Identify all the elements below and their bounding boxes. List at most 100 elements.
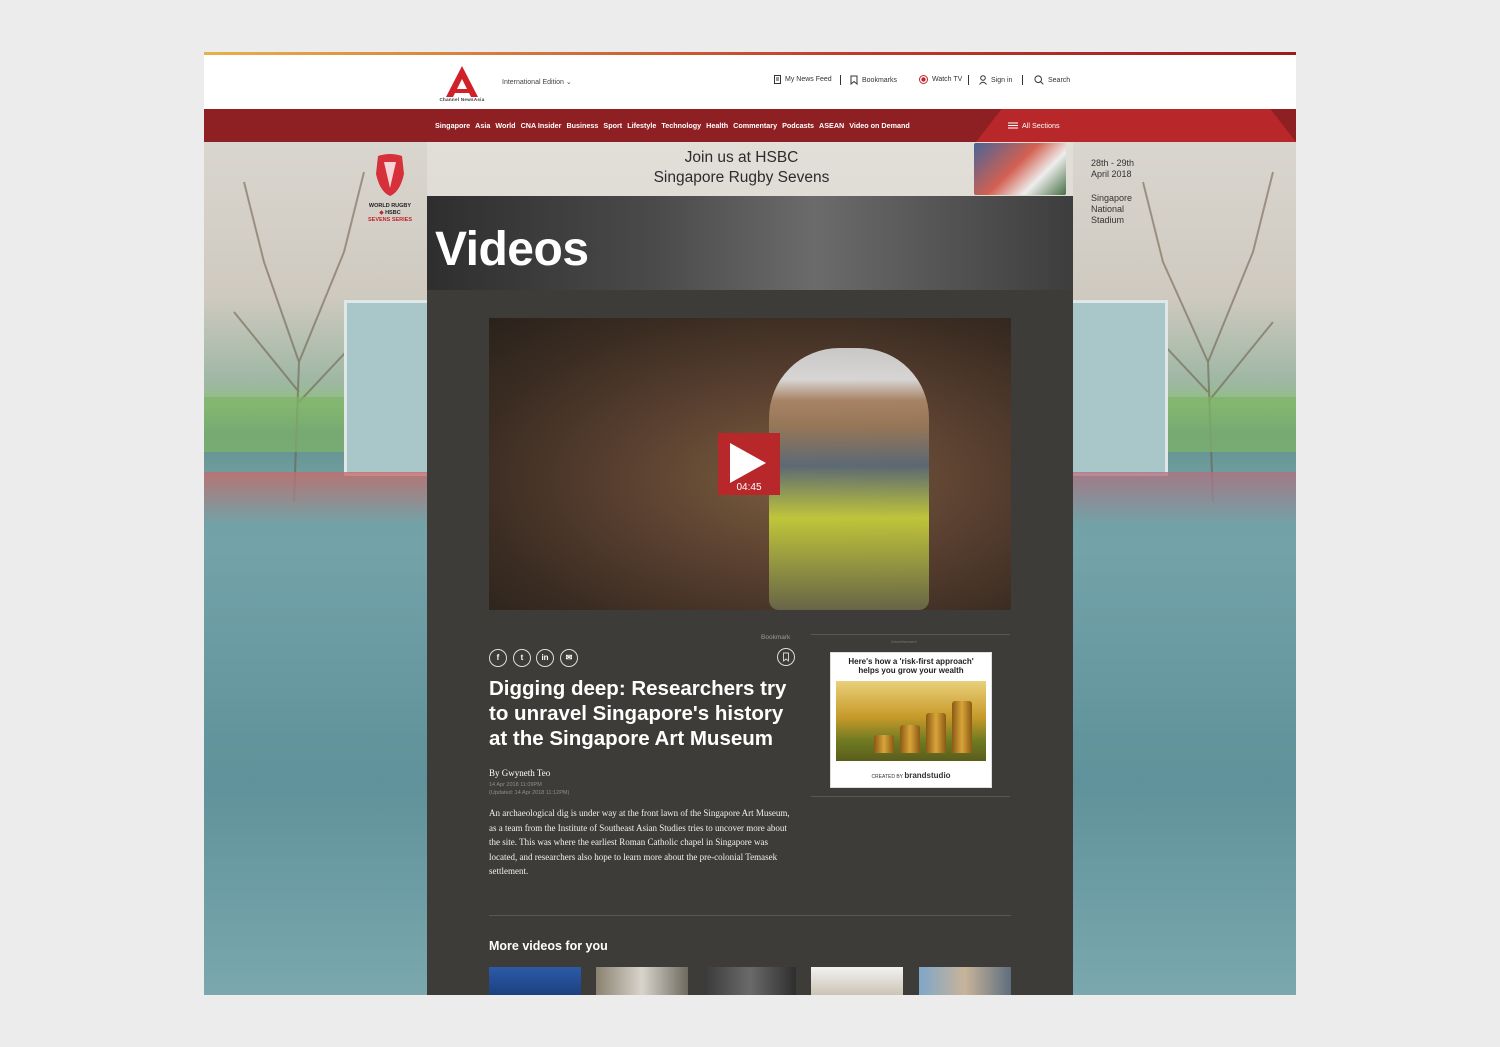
coin-stack — [952, 701, 972, 753]
video-thumbnail[interactable] — [596, 967, 688, 995]
share-facebook-icon[interactable]: f — [489, 649, 507, 667]
edition-label: International Edition — [502, 79, 564, 86]
brandstudio-logo: brandstudio — [904, 771, 951, 780]
nav-item-singapore[interactable]: Singapore — [435, 121, 470, 130]
nav-item-health[interactable]: Health — [706, 121, 728, 130]
sevens-series-label: SEVENS SERIES — [367, 217, 413, 223]
nav-items: Singapore Asia World CNA Insider Busines… — [435, 109, 910, 142]
ad-date-line: 28th - 29th — [1091, 158, 1135, 168]
nav-item-lifestyle[interactable]: Lifestyle — [627, 121, 656, 130]
bookmark-icon — [850, 75, 858, 85]
hsbc-label: ◆ HSBC — [362, 210, 418, 217]
court-wall-left — [344, 300, 433, 476]
sidebar-ad[interactable]: Here's how a 'risk-first approach' helps… — [830, 652, 992, 788]
court-wall-right — [1067, 300, 1168, 476]
search-link[interactable]: Search — [1034, 75, 1070, 85]
all-sections-label: All Sections — [1022, 121, 1060, 130]
article-title: Digging deep: Researchers try to unravel… — [489, 677, 787, 750]
sidebar-ad-title: Here's how a 'risk-first approach' helps… — [831, 657, 991, 675]
video-player[interactable]: 04:45 — [489, 318, 1011, 610]
ad-headline-1: Join us at HSBC — [684, 149, 799, 166]
watch-tv-label: Watch TV — [932, 76, 963, 83]
logo-text: Channel NewsAsia — [439, 97, 485, 102]
bookmark-button[interactable] — [777, 648, 795, 666]
share-email-icon[interactable]: ✉ — [560, 649, 578, 667]
video-thumbnail[interactable] — [704, 967, 796, 995]
ad-date: 28th - 29th April 2018 — [1091, 158, 1134, 180]
bookmarks-label: Bookmarks — [862, 76, 898, 84]
live-tv-icon — [919, 75, 928, 84]
site-header: Channel NewsAsia International Edition ⌄… — [204, 55, 1296, 109]
section-hero: Videos — [427, 196, 1073, 290]
browser-page: Channel NewsAsia International Edition ⌄… — [204, 52, 1296, 995]
ad-venue: Singapore National Stadium — [1091, 193, 1132, 226]
ad-headline-2: Singapore Rugby Sevens — [653, 169, 830, 186]
share-twitter-icon[interactable]: t — [513, 649, 531, 667]
play-icon — [730, 443, 766, 483]
bookmarks-link[interactable]: Bookmarks — [850, 75, 897, 85]
nav-item-business[interactable]: Business — [566, 121, 598, 130]
nav-item-video-on-demand[interactable]: Video on Demand — [849, 121, 910, 130]
my-news-feed-label: My News Feed — [785, 76, 832, 83]
divider — [840, 75, 841, 85]
nav-item-asean[interactable]: ASEAN — [819, 121, 844, 130]
search-label: Search — [1048, 76, 1071, 84]
court-floor-left — [204, 472, 427, 995]
divider — [811, 796, 1010, 797]
user-icon — [979, 75, 987, 85]
video-thumbnail[interactable] — [489, 967, 581, 995]
ad-venue-line: Singapore — [1091, 193, 1133, 203]
article-byline: By Gwyneth Teo — [489, 768, 551, 778]
newsfeed-icon — [774, 75, 781, 84]
divider — [968, 75, 969, 85]
world-rugby-logo[interactable]: WORLD RUGBY ◆ HSBC SEVENS SERIES — [362, 152, 418, 232]
rugby-players-image — [974, 143, 1066, 195]
divider — [811, 634, 1010, 635]
court-floor-right — [1073, 472, 1296, 995]
video-thumbnail[interactable] — [919, 967, 1011, 995]
ad-venue-line: Stadium — [1091, 215, 1125, 225]
article-updated-date: (Updated: 14 Apr 2018 11:12PM) — [489, 790, 570, 796]
nav-item-world[interactable]: World — [495, 121, 515, 130]
sign-in-link[interactable]: Sign in — [979, 75, 1012, 85]
edition-selector[interactable]: International Edition ⌄ — [502, 78, 572, 86]
bookmark-icon — [783, 652, 789, 662]
sidebar-ad-title-line: helps you grow your wealth — [858, 666, 964, 675]
world-rugby-label: WORLD RUGBY — [368, 203, 412, 209]
coin-stacks-image — [836, 681, 986, 761]
coin-stack — [874, 735, 894, 753]
nav-item-podcasts[interactable]: Podcasts — [782, 121, 814, 130]
main-content: 04:45 Bookmark f t in ✉ Digging deep: Re… — [427, 290, 1073, 995]
menu-icon — [1008, 122, 1018, 129]
created-by-label: CREATED BY — [871, 774, 903, 780]
hsbc-text: HSBC — [385, 210, 401, 216]
ad-venue-line: National — [1091, 204, 1125, 214]
article-published-date: 14 Apr 2018 11:09PM — [489, 782, 542, 788]
my-news-feed-link[interactable]: My News Feed — [774, 75, 832, 84]
sidebar-ad-credit: CREATED BY brandstudio — [831, 771, 991, 780]
share-linkedin-icon[interactable]: in — [536, 649, 554, 667]
coin-stack — [900, 725, 920, 753]
nav-item-cna-insider[interactable]: CNA Insider — [521, 121, 562, 130]
video-thumbnail[interactable] — [811, 967, 903, 995]
ad-date-line: April 2018 — [1091, 169, 1132, 179]
video-frame-person — [769, 348, 929, 610]
video-duration: 04:45 — [736, 482, 762, 493]
nav-item-commentary[interactable]: Commentary — [733, 121, 777, 130]
nav-item-asia[interactable]: Asia — [475, 121, 490, 130]
more-videos-heading: More videos for you — [489, 939, 608, 953]
article-description: An archaeological dig is under way at th… — [489, 808, 790, 876]
watch-tv-link[interactable]: Watch TV — [919, 75, 962, 84]
page-title: Videos — [435, 223, 589, 276]
chevron-down-icon: ⌄ — [565, 79, 572, 86]
nav-item-sport[interactable]: Sport — [603, 121, 622, 130]
nav-item-technology[interactable]: Technology — [661, 121, 701, 130]
search-icon — [1034, 75, 1044, 85]
sign-in-label: Sign in — [991, 76, 1013, 84]
divider — [1022, 75, 1023, 85]
advertisement-label: Advertisement — [891, 639, 917, 644]
all-sections-button[interactable]: All Sections — [1008, 109, 1060, 142]
bookmark-label: Bookmark — [761, 634, 791, 641]
play-button[interactable]: 04:45 — [718, 433, 780, 495]
hsbc-hexagon-icon: ◆ — [379, 210, 384, 216]
